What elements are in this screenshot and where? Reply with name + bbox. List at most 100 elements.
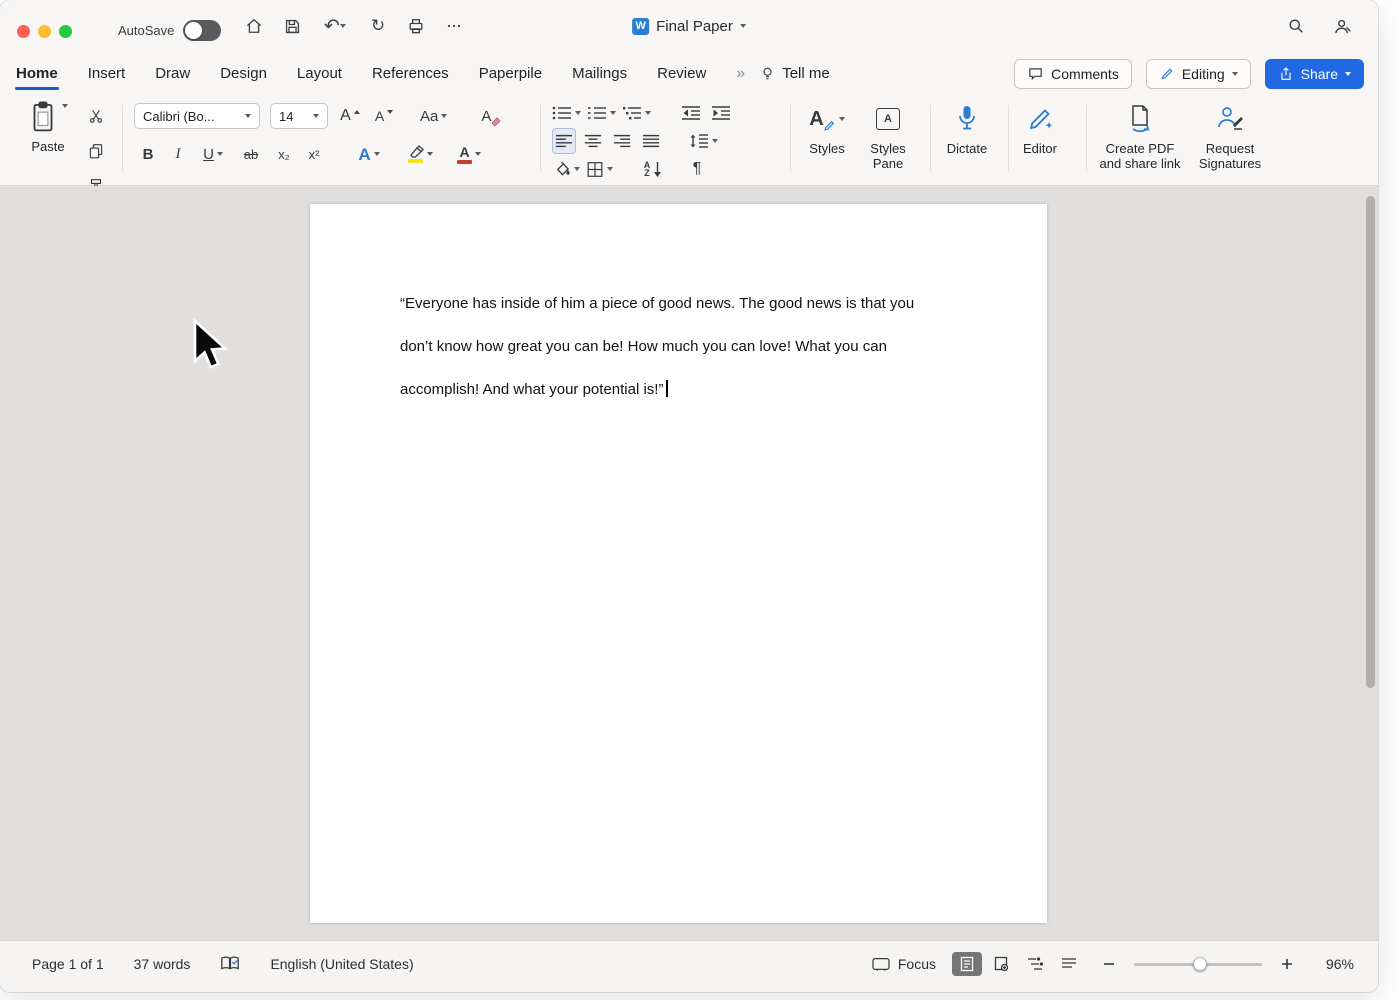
- align-left-button[interactable]: [552, 128, 576, 154]
- paste-icon: [28, 100, 58, 134]
- highlight-color-button[interactable]: [402, 141, 438, 167]
- subscript-button[interactable]: x₂: [272, 141, 296, 167]
- font-color-swatch: [457, 160, 472, 164]
- web-layout-view-button[interactable]: [986, 952, 1016, 976]
- justify-button[interactable]: [639, 128, 663, 154]
- document-page[interactable]: “Everyone has inside of him a piece of g…: [310, 204, 1047, 923]
- status-bar: Page 1 of 1 37 words English (United Sta…: [0, 940, 1378, 992]
- increase-indent-icon: [711, 105, 731, 121]
- draft-view-icon: [1061, 957, 1077, 971]
- zoom-slider-knob[interactable]: [1193, 957, 1207, 971]
- align-right-icon: [613, 133, 631, 149]
- document-line: “Everyone has inside of him a piece of g…: [400, 282, 914, 325]
- group-separator: [122, 105, 123, 171]
- underline-dropdown-icon: [217, 152, 223, 156]
- shading-icon: [552, 161, 571, 178]
- vertical-scrollbar-thumb[interactable]: [1366, 196, 1375, 688]
- document-title-menu[interactable]: W Final Paper: [632, 0, 746, 52]
- numbering-button[interactable]: [587, 100, 616, 126]
- copy-icon: [87, 142, 105, 160]
- account-button[interactable]: [1328, 12, 1356, 40]
- undo-button[interactable]: ↶: [316, 12, 354, 40]
- shading-button[interactable]: [552, 156, 580, 182]
- font-size-select[interactable]: 14: [270, 103, 328, 129]
- autosave-toggle[interactable]: [183, 20, 221, 41]
- clear-formatting-button[interactable]: A: [479, 103, 503, 129]
- print-button[interactable]: [402, 12, 430, 40]
- tell-me-button[interactable]: Tell me: [759, 65, 830, 82]
- draft-view-button[interactable]: [1054, 952, 1084, 976]
- tab-review[interactable]: Review: [657, 52, 706, 95]
- font-color-button[interactable]: A: [452, 141, 486, 167]
- change-case-button[interactable]: Aa: [420, 103, 447, 129]
- create-pdf-button[interactable]: Create PDF and share link: [1094, 101, 1186, 171]
- tab-layout[interactable]: Layout: [297, 52, 342, 95]
- dictate-button[interactable]: Dictate: [938, 101, 996, 156]
- share-button[interactable]: Share: [1265, 59, 1364, 89]
- fullscreen-button[interactable]: [59, 25, 72, 38]
- line-spacing-button[interactable]: [689, 128, 718, 154]
- focus-button[interactable]: Focus: [871, 956, 936, 972]
- editing-mode-button[interactable]: Editing: [1146, 59, 1251, 89]
- increase-indent-button[interactable]: [709, 100, 733, 126]
- outline-view-button[interactable]: [1020, 952, 1050, 976]
- zoom-slider[interactable]: [1134, 957, 1262, 971]
- more-commands-button[interactable]: [440, 12, 468, 40]
- align-left-icon: [555, 133, 573, 149]
- redo-button[interactable]: ↻: [364, 12, 392, 40]
- italic-button[interactable]: I: [166, 141, 190, 167]
- cut-button[interactable]: [84, 103, 108, 129]
- tab-paperpile[interactable]: Paperpile: [479, 52, 542, 95]
- sort-button[interactable]: A Z: [641, 156, 665, 182]
- language-button[interactable]: English (United States): [270, 956, 413, 972]
- close-button[interactable]: [17, 25, 30, 38]
- group-separator: [540, 105, 541, 171]
- home-button[interactable]: [240, 12, 268, 40]
- borders-dropdown-icon: [607, 167, 613, 171]
- tab-design[interactable]: Design: [220, 52, 267, 95]
- editing-dropdown-icon: [1232, 72, 1238, 76]
- minimize-button[interactable]: [38, 25, 51, 38]
- tab-mailings[interactable]: Mailings: [572, 52, 627, 95]
- shrink-font-button[interactable]: A: [372, 103, 396, 129]
- document-text[interactable]: “Everyone has inside of him a piece of g…: [400, 282, 914, 411]
- align-center-button[interactable]: [581, 128, 605, 154]
- tab-home[interactable]: Home: [16, 52, 58, 95]
- text-effects-button[interactable]: A: [352, 141, 386, 167]
- decrease-indent-button[interactable]: [679, 100, 703, 126]
- line-spacing-icon: [689, 133, 709, 149]
- tab-draw[interactable]: Draw: [155, 52, 190, 95]
- borders-button[interactable]: [586, 156, 613, 182]
- bold-button[interactable]: B: [136, 141, 160, 167]
- word-count[interactable]: 37 words: [134, 956, 191, 972]
- paste-button[interactable]: Paste: [22, 100, 74, 154]
- comments-button[interactable]: Comments: [1014, 59, 1132, 89]
- titlebar: AutoSave ↶ ↻ W Final Pape: [0, 0, 1378, 52]
- zoom-in-button[interactable]: [1278, 955, 1296, 973]
- editor-button[interactable]: Editor: [1014, 101, 1066, 156]
- request-signatures-button[interactable]: Request Signatures: [1192, 101, 1268, 171]
- show-paragraph-marks-button[interactable]: ¶: [685, 156, 709, 182]
- zoom-percentage[interactable]: 96%: [1318, 956, 1354, 972]
- bullets-button[interactable]: [552, 100, 581, 126]
- styles-button[interactable]: A Styles: [798, 101, 856, 156]
- proofing-status-button[interactable]: [220, 955, 240, 972]
- superscript-button[interactable]: x²: [302, 141, 326, 167]
- copy-button[interactable]: [84, 138, 108, 164]
- save-button[interactable]: [278, 12, 306, 40]
- underline-button[interactable]: U: [196, 141, 230, 167]
- print-layout-view-button[interactable]: [952, 952, 982, 976]
- tab-references[interactable]: References: [372, 52, 449, 95]
- font-name-select[interactable]: Calibri (Bo...: [134, 103, 260, 129]
- align-right-button[interactable]: [610, 128, 634, 154]
- strikethrough-button[interactable]: ab: [236, 141, 266, 167]
- tab-insert[interactable]: Insert: [88, 52, 126, 95]
- styles-pane-button[interactable]: A Styles Pane: [860, 101, 916, 171]
- web-layout-icon: [994, 956, 1009, 972]
- search-button[interactable]: [1282, 12, 1310, 40]
- zoom-out-button[interactable]: [1100, 955, 1118, 973]
- grow-font-button[interactable]: A: [338, 103, 362, 129]
- tab-overflow-button[interactable]: »: [736, 65, 745, 83]
- page-indicator[interactable]: Page 1 of 1: [32, 956, 104, 972]
- multilevel-list-button[interactable]: [622, 100, 651, 126]
